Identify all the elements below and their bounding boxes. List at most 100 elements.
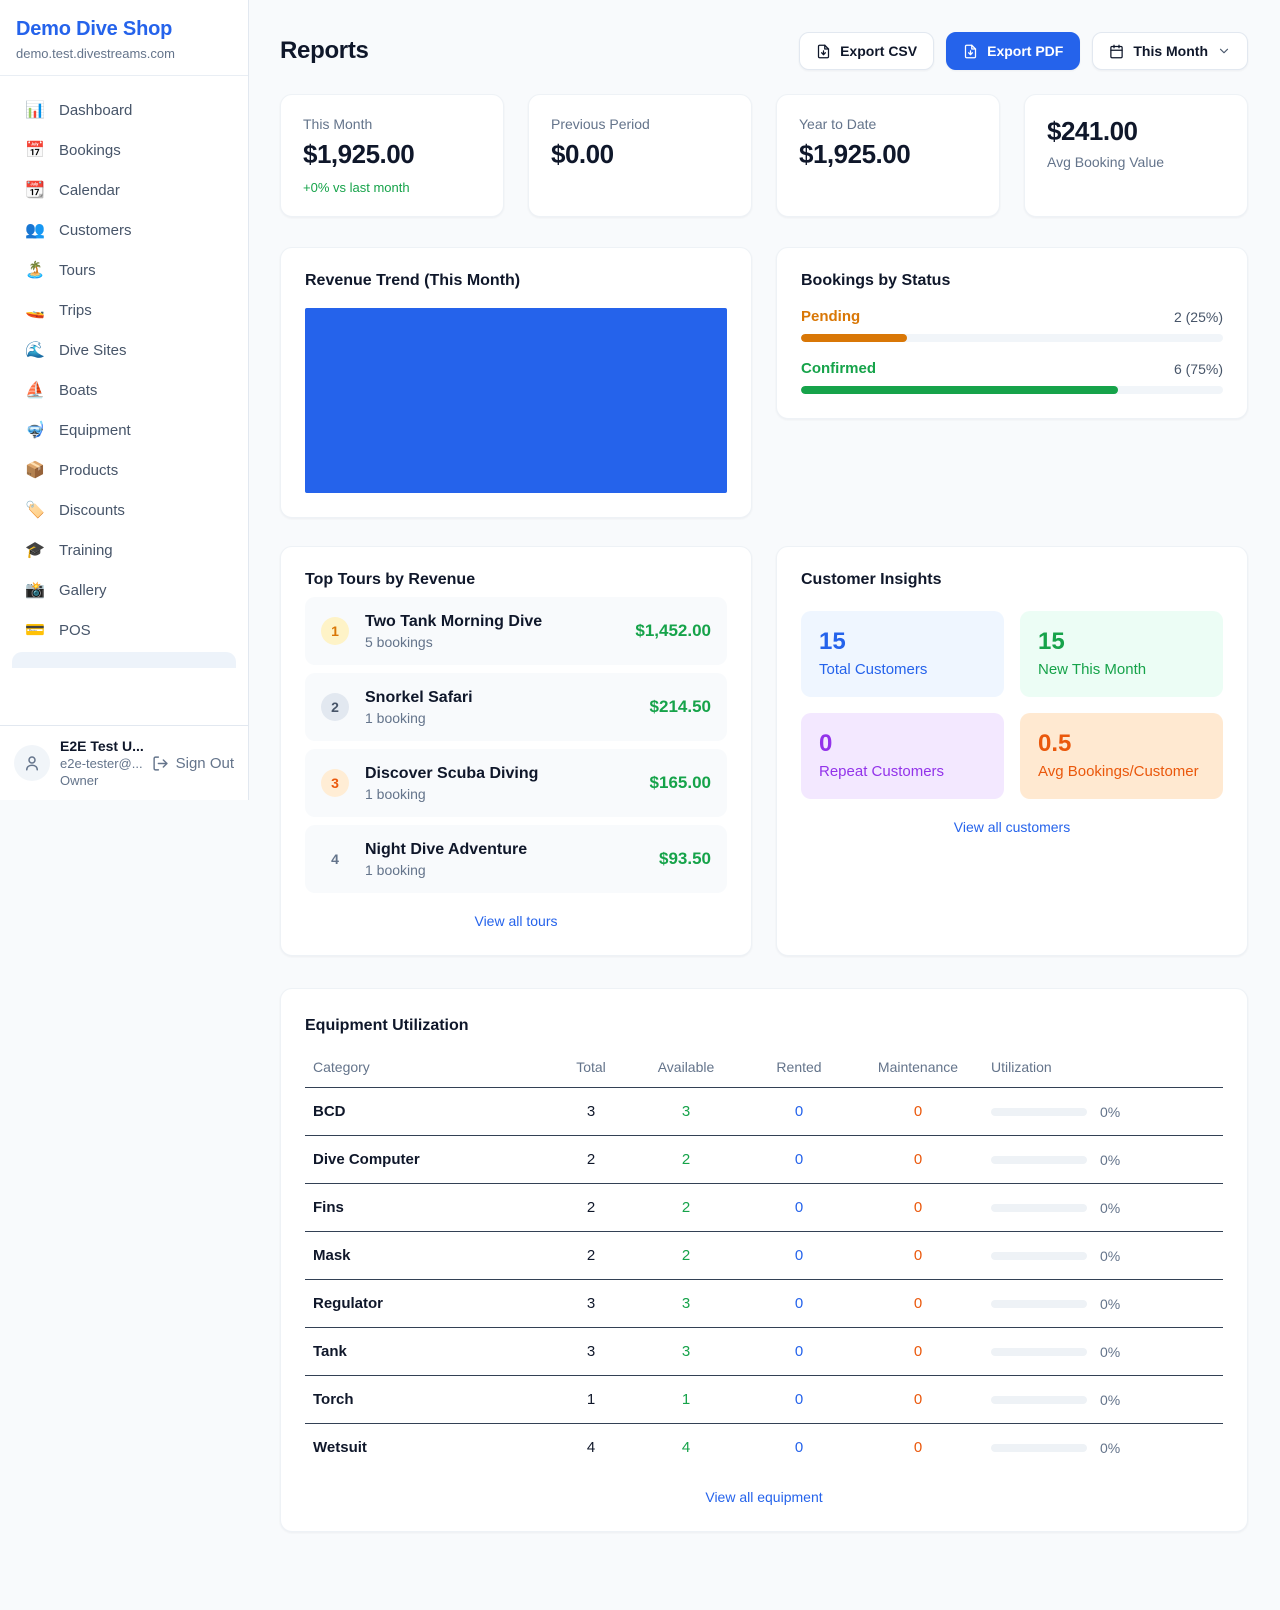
insight-tiles: 15 Total Customers 15 New This Month 0 R… <box>801 611 1223 799</box>
sidebar-item-boats[interactable]: ⛵ Boats <box>12 370 236 410</box>
sidebar-item-pos[interactable]: 💳 POS <box>12 610 236 650</box>
cell-total: 3 <box>555 1280 627 1328</box>
cell-maintenance: 0 <box>853 1376 983 1424</box>
diving-mask-icon: 🤿 <box>24 420 46 440</box>
progress-track <box>801 386 1223 394</box>
utilization-bar <box>991 1396 1087 1404</box>
sidebar-item-bookings[interactable]: 📅 Bookings <box>12 130 236 170</box>
stat-label: This Month <box>303 116 481 132</box>
sidebar-item-customers[interactable]: 👥 Customers <box>12 210 236 250</box>
cell-maintenance: 0 <box>853 1280 983 1328</box>
page-header: Reports Export CSV Export PDF This Month <box>280 32 1248 70</box>
cell-rented: 0 <box>745 1136 853 1184</box>
cell-category: Dive Computer <box>305 1136 555 1184</box>
progress-track <box>801 334 1223 342</box>
export-csv-label: Export CSV <box>840 43 917 59</box>
utilization-bar <box>991 1108 1087 1116</box>
bookings-by-status-card: Bookings by Status Pending 2 (25%) Confi… <box>776 247 1248 419</box>
sign-out-button[interactable]: Sign Out <box>152 755 234 772</box>
sidebar-item-dive-sites[interactable]: 🌊 Dive Sites <box>12 330 236 370</box>
cell-rented: 0 <box>745 1328 853 1376</box>
sidebar-item-active-partial[interactable] <box>12 652 236 668</box>
dashboard-icon: 📊 <box>24 100 46 120</box>
tile-value: 0.5 <box>1038 730 1205 758</box>
sidebar-item-label: Tours <box>59 262 96 279</box>
period-label: This Month <box>1133 43 1208 59</box>
sidebar-item-gallery[interactable]: 📸 Gallery <box>12 570 236 610</box>
cell-rented: 0 <box>745 1184 853 1232</box>
tile-label: New This Month <box>1038 661 1205 678</box>
export-pdf-button[interactable]: Export PDF <box>946 32 1080 70</box>
table-row: Fins 2 2 0 0 0% <box>305 1184 1223 1232</box>
stat-value: $1,925.00 <box>799 139 977 170</box>
stat-label: Avg Booking Value <box>1047 154 1225 170</box>
table-row: BCD 3 3 0 0 0% <box>305 1088 1223 1136</box>
status-value: 2 (25%) <box>1174 309 1223 325</box>
table-row: Tank 3 3 0 0 0% <box>305 1328 1223 1376</box>
tile-label: Repeat Customers <box>819 763 986 780</box>
column-header: Category <box>305 1047 555 1088</box>
table-row: Dive Computer 2 2 0 0 0% <box>305 1136 1223 1184</box>
tour-name: Night Dive Adventure <box>365 841 527 859</box>
sidebar-item-dashboard[interactable]: 📊 Dashboard <box>12 90 236 130</box>
cell-maintenance: 0 <box>853 1088 983 1136</box>
stat-value: $241.00 <box>1047 116 1225 147</box>
stat-delta: +0% vs last month <box>303 180 481 195</box>
status-label: Pending <box>801 308 860 325</box>
sidebar-item-label: POS <box>59 622 91 639</box>
status-label: Confirmed <box>801 360 876 377</box>
table-row: Mask 2 2 0 0 0% <box>305 1232 1223 1280</box>
cell-rented: 0 <box>745 1088 853 1136</box>
cell-rented: 0 <box>745 1232 853 1280</box>
stat-card-this-month: This Month $1,925.00 +0% vs last month <box>280 94 504 217</box>
cell-category: Wetsuit <box>305 1424 555 1472</box>
equipment-utilization-card: Equipment Utilization Category Total Ava… <box>280 988 1248 1532</box>
stat-value: $1,925.00 <box>303 139 481 170</box>
tour-bookings: 5 bookings <box>365 634 542 650</box>
tour-revenue: $93.50 <box>659 849 711 869</box>
progress-fill-confirmed <box>801 386 1118 394</box>
view-all-tours-link[interactable]: View all tours <box>474 913 557 929</box>
utilization-bar <box>991 1204 1087 1212</box>
cell-category: Tank <box>305 1328 555 1376</box>
cell-maintenance: 0 <box>853 1184 983 1232</box>
export-csv-button[interactable]: Export CSV <box>799 32 934 70</box>
user-role: Owner <box>60 773 142 788</box>
column-header: Maintenance <box>853 1047 983 1088</box>
sidebar-item-calendar[interactable]: 📆 Calendar <box>12 170 236 210</box>
cell-category: Mask <box>305 1232 555 1280</box>
bookings-calendar-icon: 📅 <box>24 140 46 160</box>
table-row: Regulator 3 3 0 0 0% <box>305 1280 1223 1328</box>
rank-badge: 2 <box>321 693 349 721</box>
tile-avg-bookings-customer: 0.5 Avg Bookings/Customer <box>1020 713 1223 799</box>
customer-insights-title: Customer Insights <box>801 571 1223 589</box>
tile-value: 15 <box>819 628 986 656</box>
tour-name: Snorkel Safari <box>365 689 473 707</box>
tour-row: 3 Discover Scuba Diving 1 booking $165.0… <box>305 749 727 817</box>
sidebar-item-training[interactable]: 🎓 Training <box>12 530 236 570</box>
period-dropdown[interactable]: This Month <box>1092 32 1248 70</box>
stats-row: This Month $1,925.00 +0% vs last month P… <box>280 94 1248 217</box>
cell-maintenance: 0 <box>853 1136 983 1184</box>
cell-available: 3 <box>627 1328 745 1376</box>
cell-available: 4 <box>627 1424 745 1472</box>
view-all-customers-link[interactable]: View all customers <box>954 819 1070 835</box>
view-all-equipment-link[interactable]: View all equipment <box>705 1489 822 1505</box>
graduation-cap-icon: 🎓 <box>24 540 46 560</box>
sidebar-item-products[interactable]: 📦 Products <box>12 450 236 490</box>
equipment-table: Category Total Available Rented Maintena… <box>305 1047 1223 1471</box>
sidebar-item-discounts[interactable]: 🏷️ Discounts <box>12 490 236 530</box>
tour-bookings: 1 booking <box>365 710 473 726</box>
sidebar-item-tours[interactable]: 🏝️ Tours <box>12 250 236 290</box>
sidebar-item-label: Training <box>59 542 113 559</box>
package-icon: 📦 <box>24 460 46 480</box>
cell-available: 1 <box>627 1376 745 1424</box>
sidebar-item-equipment[interactable]: 🤿 Equipment <box>12 410 236 450</box>
sidebar-item-trips[interactable]: 🚤 Trips <box>12 290 236 330</box>
utilization-bar <box>991 1300 1087 1308</box>
utilization-bar <box>991 1252 1087 1260</box>
sidebar-item-label: Dashboard <box>59 102 132 119</box>
cell-rented: 0 <box>745 1424 853 1472</box>
tile-label: Total Customers <box>819 661 986 678</box>
top-tours-card: Top Tours by Revenue 1 Two Tank Morning … <box>280 546 752 956</box>
